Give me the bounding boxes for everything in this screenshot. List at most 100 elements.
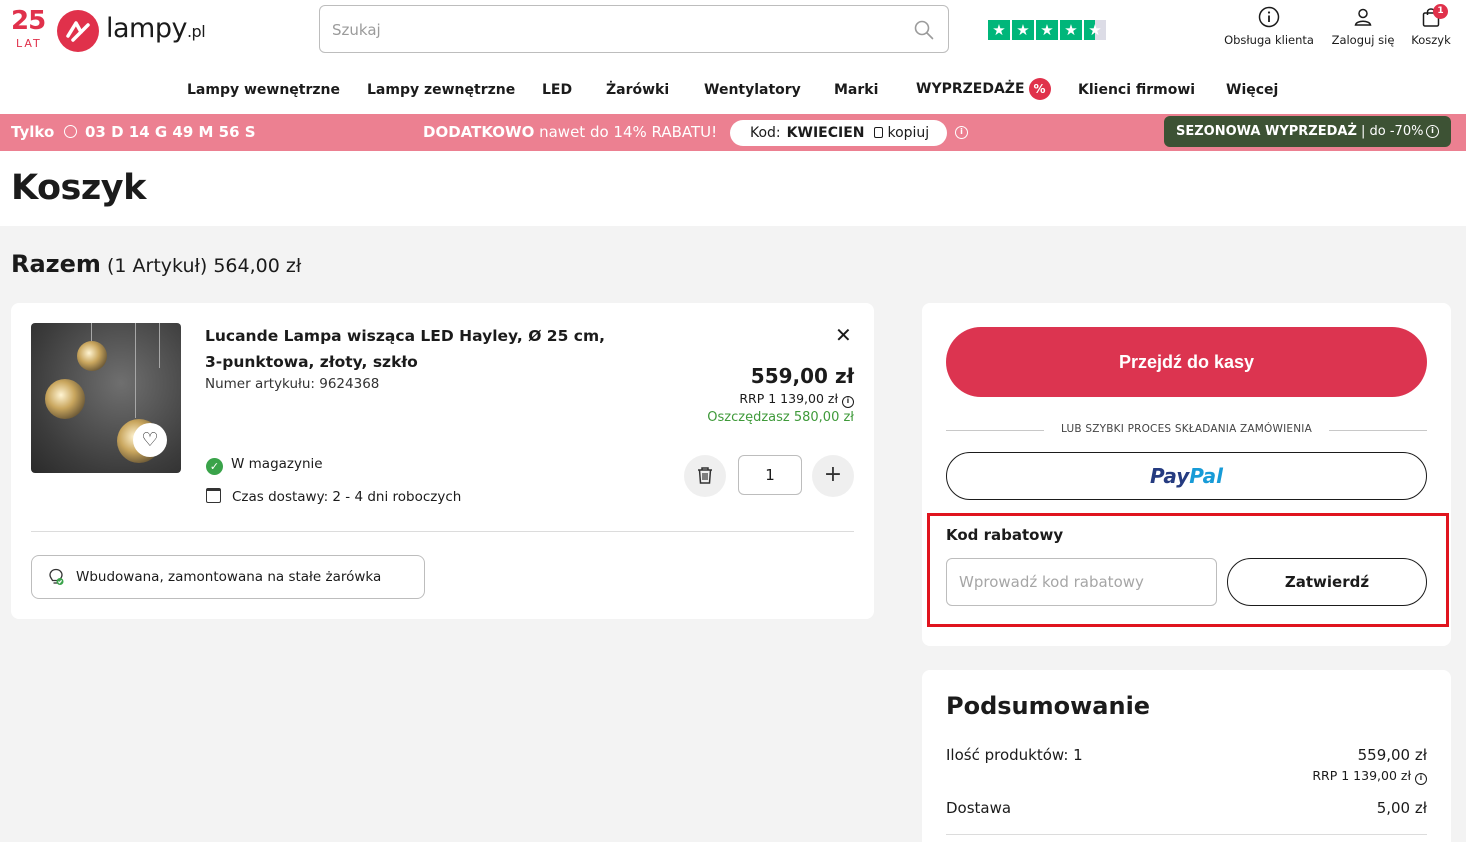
logo-years[interactable]: 25 <box>11 8 46 34</box>
stock-status: ✓ W magazynie <box>206 456 323 475</box>
divider <box>946 834 1427 835</box>
search-box[interactable] <box>319 5 949 53</box>
nav-item-business[interactable]: Klienci firmowi <box>1078 82 1195 98</box>
logo-text[interactable]: lampy.pl <box>106 13 206 44</box>
main-nav: Lampy wewnętrzne Lampy zewnętrzne LED Ża… <box>0 78 1466 104</box>
cart-link[interactable]: 1 Koszyk <box>1409 4 1453 47</box>
coupon-label: Kod rabatowy <box>946 526 1064 544</box>
promo-extra-discount: DODATKOWO nawet do 14% RABATU! <box>423 123 718 141</box>
seasonal-sale-link[interactable]: SEZONOWA WYPRZEDAŻ | do -70% i <box>1164 116 1451 147</box>
login-link[interactable]: Zaloguj się <box>1329 6 1397 47</box>
remove-item-close-icon[interactable]: ✕ <box>835 323 852 347</box>
product-number: Numer artykułu: 9624368 <box>205 376 380 392</box>
products-value: 559,00 zł <box>1357 746 1427 764</box>
shipping-label: Dostawa <box>946 799 1012 817</box>
delivery-label: Czas dostawy: 2 - 4 dni roboczych <box>232 489 462 505</box>
star-icon: ★ <box>1012 20 1034 40</box>
delete-item-button[interactable] <box>684 455 726 497</box>
checkout-button[interactable]: Przejdź do kasy <box>946 327 1427 397</box>
star-icon: ★ <box>1060 20 1082 40</box>
nav-item-sales-label: WYPRZEDAŻE <box>916 81 1025 97</box>
clock-icon <box>64 125 77 138</box>
nav-item-led[interactable]: LED <box>542 82 572 98</box>
title-band: Koszyk <box>0 151 1466 226</box>
nav-item-outdoor-lamps[interactable]: Lampy zewnętrzne <box>367 82 515 98</box>
info-icon[interactable]: i <box>842 396 854 408</box>
promo-code-value: KWIECIEN <box>786 125 865 141</box>
customer-service-link[interactable]: Obsługa klienta <box>1221 6 1317 47</box>
feature-label: Wbudowana, zamontowana na stałe żarówka <box>76 569 382 585</box>
checkout-panel: Przejdź do kasy LUB SZYBKI PROCES SKŁADA… <box>922 303 1451 646</box>
logo-lat[interactable]: LAT <box>16 37 42 50</box>
apply-coupon-button[interactable]: Zatwierdź <box>1227 558 1427 606</box>
summary-title: Podsumowanie <box>946 692 1151 720</box>
check-icon: ✓ <box>206 458 223 475</box>
shipping-value: 5,00 zł <box>1376 799 1427 817</box>
rrp-value: RRP 1 139,00 zł <box>739 391 838 406</box>
cart-count-badge: 1 <box>1433 4 1448 19</box>
quantity-field[interactable]: 1 <box>738 455 802 495</box>
logo-icon[interactable] <box>57 10 99 52</box>
bulb-check-icon <box>49 568 64 585</box>
product-image[interactable]: ♡ <box>31 323 181 473</box>
product-name[interactable]: Lucande Lampa wisząca LED Hayley, Ø 25 c… <box>205 323 625 375</box>
countdown-value: 03 D 14 G 49 M 56 S <box>85 123 256 141</box>
star-half-icon: ★ <box>1084 20 1106 40</box>
info-icon[interactable]: i <box>1426 125 1439 138</box>
customer-service-label: Obsługa klienta <box>1224 33 1314 47</box>
trustpilot-rating[interactable]: ★ ★ ★ ★ ★ <box>988 20 1106 40</box>
nav-item-bulbs[interactable]: Żarówki <box>606 82 669 98</box>
page-title: Koszyk <box>11 168 146 208</box>
search-icon[interactable] <box>914 20 934 40</box>
summary-rrp-value: RRP 1 139,00 zł <box>1312 768 1411 783</box>
user-icon <box>1354 8 1372 26</box>
total-label: Razem <box>11 250 101 278</box>
login-label: Zaloguj się <box>1331 33 1395 47</box>
promo-code-label: Kod: <box>750 125 781 141</box>
stock-label: W magazynie <box>231 456 323 472</box>
site-header: 25 LAT lampy.pl ★ ★ ★ ★ ★ Obsługa klient… <box>0 0 1466 114</box>
divider <box>31 531 854 532</box>
coupon-input[interactable] <box>946 558 1217 606</box>
total-count: (1 Artykuł) <box>100 255 214 277</box>
product-price: 559,00 zł <box>750 364 854 388</box>
info-icon[interactable]: i <box>1415 773 1427 785</box>
nav-item-fans[interactable]: Wentylatory <box>704 82 801 98</box>
paypal-button[interactable]: PayPal <box>946 452 1427 500</box>
nav-item-brands[interactable]: Marki <box>834 82 878 98</box>
promo-only-label: Tylko <box>11 123 55 141</box>
cart-total-line: Razem (1 Artykuł) 564,00 zł <box>11 250 301 278</box>
increase-quantity-button[interactable]: + <box>812 455 854 497</box>
copy-icon[interactable] <box>874 127 884 138</box>
product-savings: Oszczędzasz 580,00 zł <box>707 410 854 425</box>
calendar-icon <box>206 488 221 503</box>
nav-item-indoor-lamps[interactable]: Lampy wewnętrzne <box>187 82 340 98</box>
percent-icon: % <box>1028 78 1051 100</box>
copy-code-button[interactable]: kopiuj <box>887 125 929 141</box>
trash-icon <box>698 467 712 484</box>
lamp-bulb <box>45 379 85 419</box>
nav-item-sales[interactable]: WYPRZEDAŻE% <box>916 78 1051 100</box>
products-count-label: Ilość produktów: 1 <box>946 746 1083 764</box>
search-input[interactable] <box>332 18 892 42</box>
info-icon <box>1258 6 1280 28</box>
promo-bar: Tylko 03 D 14 G 49 M 56 S DODATKOWO nawe… <box>0 114 1466 151</box>
product-rrp: RRP 1 139,00 zł i <box>739 391 854 408</box>
total-value: 564,00 zł <box>213 255 302 277</box>
cart-item: ♡ Lucande Lampa wisząca LED Hayley, Ø 25… <box>11 303 874 619</box>
info-icon[interactable]: i <box>955 126 968 139</box>
products-rrp: RRP 1 139,00 zł i <box>1312 768 1427 785</box>
countdown-timer: 03 D 14 G 49 M 56 S <box>64 123 256 141</box>
cart-label: Koszyk <box>1411 33 1451 47</box>
feature-chip[interactable]: Wbudowana, zamontowana na stałe żarówka <box>31 555 425 599</box>
star-icon: ★ <box>1036 20 1058 40</box>
lamp-bulb <box>77 341 107 371</box>
wishlist-heart-icon[interactable]: ♡ <box>133 423 167 457</box>
promo-code-pill[interactable]: Kod: KWIECIEN kopiuj <box>730 120 947 146</box>
nav-item-more[interactable]: Więcej <box>1226 82 1278 98</box>
delivery-time: Czas dostawy: 2 - 4 dni roboczych <box>206 488 461 505</box>
star-icon: ★ <box>988 20 1010 40</box>
order-summary: Podsumowanie Ilość produktów: 1 559,00 z… <box>922 670 1451 842</box>
express-checkout-divider: LUB SZYBKI PROCES SKŁADANIA ZAMÓWIENIA <box>946 423 1427 439</box>
express-checkout-label: LUB SZYBKI PROCES SKŁADANIA ZAMÓWIENIA <box>1061 423 1312 435</box>
